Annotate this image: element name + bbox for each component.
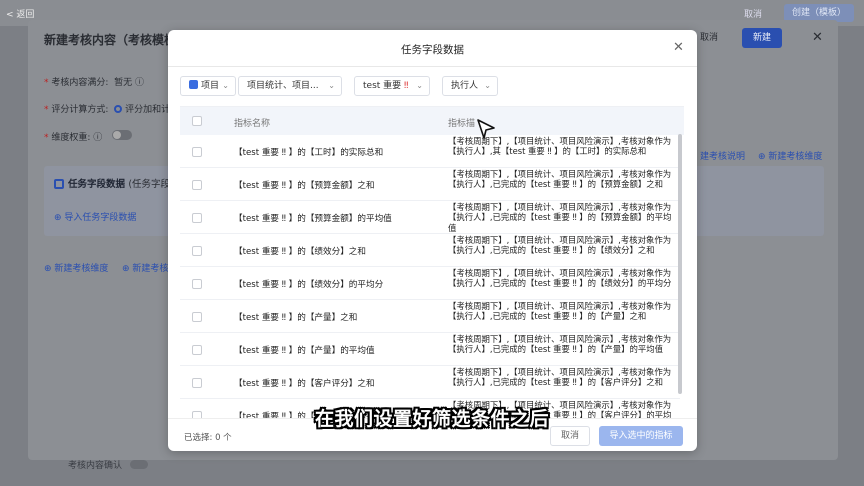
table-row[interactable]: 【test 重要 ‼ 】的【预算金额】的平均值 【考核周期下】,【项目统计、项目风… [180, 201, 680, 234]
new-dim-link[interactable]: ⊕ 新建考核维度 [44, 261, 108, 274]
select-all-checkbox[interactable] [192, 116, 202, 126]
metric-name: 【test 重要 ‼ 】的【预算金额】的平均值 [234, 214, 392, 224]
metrics-table: 指标名称 指标描 【test 重要 ‼ 】的【工时】的实际总和【考核周期下】,【… [180, 106, 684, 418]
row-checkbox[interactable] [192, 147, 202, 157]
table-body: 【test 重要 ‼ 】的【工时】的实际总和【考核周期下】,【项目统计、项目风险… [180, 135, 680, 418]
new-dim-link-right[interactable]: ⊕ 新建考核维度 [758, 149, 822, 162]
full-score-value: 暂无 [114, 78, 133, 88]
table-row[interactable]: 【test 重要 ‼ 】的【产量】之和 【考核周期下】,【项目统计、项目风险演示】… [180, 300, 680, 333]
modal-title: 任务字段数据 [401, 44, 464, 56]
new-more-link[interactable]: ⊕ 新建考核 [122, 261, 168, 274]
metric-name: 【test 重要 ‼ 】的【产量】之和 [234, 313, 358, 323]
row-checkbox[interactable] [192, 213, 202, 223]
chevron-down-icon: ⌄ [328, 81, 335, 90]
chevron-down-icon: ⌄ [484, 81, 491, 90]
plus-circle-icon: ⊕ [44, 264, 52, 274]
plus-circle-icon: ⊕ [758, 152, 766, 162]
task-field-modal: 任务字段数据 ✕ 项目 ⌄ 项目统计、项目... ⌄ test 重要 ‼ ⌄ 执… [168, 30, 697, 451]
explain-link[interactable]: 建考核说明 [700, 149, 745, 162]
column-header-desc: 指标描 [448, 119, 476, 129]
panel-new-button[interactable]: 新建 [742, 28, 782, 48]
row-checkbox[interactable] [192, 246, 202, 256]
dim-weight-toggle[interactable] [112, 130, 132, 140]
full-score-row: * 考核内容满分: 暂无 ⓘ [44, 78, 145, 88]
scrollbar[interactable] [678, 134, 682, 394]
full-score-label: 考核内容满分: [51, 78, 109, 88]
scope-filter[interactable]: 项目统计、项目... ⌄ [238, 76, 342, 96]
row-checkbox[interactable] [192, 378, 202, 388]
assignee-filter[interactable]: 执行人 ⌄ [442, 76, 498, 96]
back-link[interactable]: < 返回 [6, 7, 34, 20]
dim-weight-label: 维度权重: [51, 133, 91, 143]
row-checkbox[interactable] [192, 345, 202, 355]
metric-desc: 【考核周期下】,【项目统计、项目风险演示】,考核对象作为【执行人】,已完成的【t… [448, 301, 672, 322]
table-row[interactable]: 【test 重要 ‼ 】的【绩效分】的平均分 【考核周期下】,【项目统计、项目风险… [180, 267, 680, 300]
metric-desc: 【考核周期下】,【项目统计、项目风险演示】,考核对象作为【执行人】,其【test… [448, 136, 672, 157]
info-icon: ⓘ [93, 133, 103, 143]
top-cancel-button[interactable]: 取消 [744, 7, 762, 20]
table-row[interactable]: 【test 重要 ‼ 】的【预算金额】之和 【考核周期下】,【项目统计、项目风险演… [180, 168, 680, 201]
selected-count: 已选择: 0 个 [184, 433, 232, 443]
metric-name: 【test 重要 ‼ 】的【产量】的平均值 [234, 346, 375, 356]
tag-filter[interactable]: test 重要 ‼ ⌄ [354, 76, 430, 96]
metric-name: 【test 重要 ‼ 】的【绩效分】的平均分 [234, 280, 384, 290]
metric-desc: 【考核周期下】,【项目统计、项目风险演示】,考核对象作为【执行人】,已完成的【t… [448, 235, 672, 256]
row-checkbox[interactable] [192, 312, 202, 322]
video-subtitle: 在我们设置好筛选条件之后 [314, 408, 549, 430]
import-field-link[interactable]: ⊕ 导入任务字段数据 [54, 210, 136, 223]
close-icon[interactable]: ✕ [673, 40, 684, 55]
metric-name: 【test 重要 ‼ 】的【绩效分】之和 [234, 247, 366, 257]
metric-desc: 【考核周期下】,【项目统计、项目风险演示】,考核对象作为【执行人】,已完成的【t… [448, 202, 672, 233]
plus-circle-icon: ⊕ [54, 213, 62, 223]
table-header: 指标名称 指标描 [180, 107, 684, 135]
chevron-down-icon: ⌄ [416, 81, 423, 90]
row-checkbox[interactable] [192, 279, 202, 289]
metric-desc: 【考核周期下】,【项目统计、项目风险演示】,考核对象作为【执行人】,已完成的【t… [448, 169, 672, 190]
metric-name: 【test 重要 ‼ 】的【预算金额】之和 [234, 181, 375, 191]
column-header-name: 指标名称 [234, 119, 271, 129]
bottom-toggle[interactable] [130, 460, 148, 469]
calc-method-label: 评分计算方式: [51, 105, 109, 115]
table-row[interactable]: 【test 重要 ‼ 】的【工时】的实际总和 【考核周期下】,【项目统计、项目风险… [180, 135, 680, 168]
table-row[interactable]: 【test 重要 ‼ 】的【绩效分】之和 【考核周期下】,【项目统计、项目风险演示… [180, 234, 680, 267]
info-icon: ⓘ [135, 78, 145, 88]
metric-name: 【test 重要 ‼ 】的【工时】的实际总和 [234, 148, 384, 158]
bottom-label: 考核内容确认 [68, 461, 123, 471]
table-row[interactable]: 【test 重要 ‼ 】的【产量】的平均值 【考核周期下】,【项目统计、项目风险演… [180, 333, 680, 366]
checkbox-icon [54, 179, 64, 189]
metric-name: 【test 重要 ‼ 】的【客户评分】之和 [234, 379, 375, 389]
divider [168, 66, 697, 67]
metric-desc: 【考核周期下】,【项目统计、项目风险演示】,考核对象作为【执行人】,已完成的【t… [448, 367, 672, 388]
mouse-cursor-icon [477, 119, 495, 139]
field-box-header: 任务字段数据 (任务字段 [54, 176, 170, 190]
calc-radio[interactable] [114, 105, 123, 113]
metric-desc: 【考核周期下】,【项目统计、项目风险演示】,考核对象作为【执行人】,已完成的【t… [448, 268, 672, 289]
table-row[interactable]: 【test 重要 ‼ 】的【客户评分】之和 【考核周期下】,【项目统计、项目风险演… [180, 366, 680, 399]
panel-cancel-button[interactable]: 取消 [700, 29, 730, 47]
project-filter[interactable]: 项目 ⌄ [180, 76, 236, 96]
calc-method-row: * 评分计算方式: 评分加和计 [44, 105, 171, 115]
row-checkbox[interactable] [192, 180, 202, 190]
dim-weight-row: * 维度权重: ⓘ [44, 133, 103, 143]
chevron-down-icon: ⌄ [222, 81, 229, 90]
panel-title: 新建考核内容（考核模板 [44, 33, 177, 47]
plus-circle-icon: ⊕ [122, 264, 130, 274]
calc-method-value: 评分加和计 [125, 105, 171, 115]
panel-close-icon[interactable]: ✕ [812, 30, 823, 45]
exclamation-icon: ‼ [404, 81, 409, 91]
metric-desc: 【考核周期下】,【项目统计、项目风险演示】,考核对象作为【执行人】,已完成的【t… [448, 334, 672, 355]
project-icon [189, 80, 198, 89]
